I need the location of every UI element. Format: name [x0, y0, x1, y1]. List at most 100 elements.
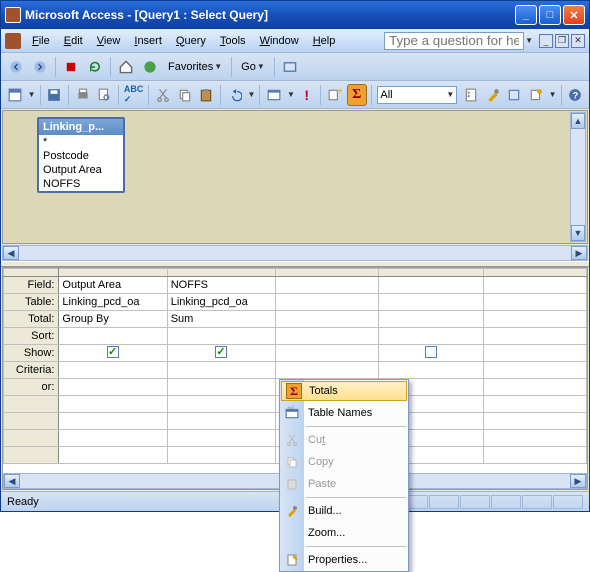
diagram-vscroll[interactable]: ▲ ▼: [570, 112, 586, 242]
grid-cell[interactable]: [167, 379, 275, 396]
diagram-pane[interactable]: Linking_p... * Postcode Output Area NOFF…: [2, 110, 588, 244]
grid-cell[interactable]: [483, 294, 586, 311]
mdi-close-button[interactable]: ✕: [571, 34, 585, 48]
grid-cell[interactable]: [379, 294, 483, 311]
grid-cell[interactable]: [276, 277, 379, 294]
grid-cell-show[interactable]: [276, 345, 379, 362]
table-linking-pcd-oa[interactable]: Linking_p... * Postcode Output Area NOFF…: [37, 117, 125, 193]
menu-tools[interactable]: Tools: [213, 33, 253, 49]
scroll-down-icon[interactable]: ▼: [571, 225, 585, 241]
menu-view[interactable]: View: [90, 33, 128, 49]
grid-cell[interactable]: NOFFS: [167, 277, 275, 294]
nav-back-button[interactable]: [5, 56, 27, 78]
help-search-input[interactable]: [384, 32, 524, 50]
scroll-up-icon[interactable]: ▲: [571, 113, 585, 129]
menu-insert[interactable]: Insert: [127, 33, 169, 49]
grid-cell[interactable]: Output Area: [59, 277, 167, 294]
cm-table-names[interactable]: xyz Table Names: [280, 402, 408, 424]
grid-cell[interactable]: Linking_pcd_oa: [167, 294, 275, 311]
grid-cell[interactable]: [167, 328, 275, 345]
show-only-web-button[interactable]: [279, 56, 301, 78]
querytype-button[interactable]: [264, 84, 284, 106]
undo-dropdown-icon[interactable]: ▼: [248, 90, 256, 99]
cm-zoom[interactable]: Zoom...: [280, 522, 408, 544]
grid-cell[interactable]: [59, 379, 167, 396]
checkbox-icon[interactable]: [425, 346, 437, 358]
scroll-right-icon[interactable]: ▶: [570, 474, 586, 488]
menu-edit[interactable]: Edit: [57, 33, 90, 49]
grid-cell[interactable]: [379, 328, 483, 345]
top-values-combo[interactable]: All▼: [377, 86, 457, 104]
table-field[interactable]: Output Area: [39, 163, 123, 177]
grid-cell[interactable]: [483, 362, 586, 379]
scroll-right-icon[interactable]: ▶: [571, 246, 587, 260]
grid-cell[interactable]: [59, 328, 167, 345]
print-button[interactable]: [73, 84, 93, 106]
show-table-button[interactable]: +: [325, 84, 345, 106]
refresh-button[interactable]: [84, 56, 106, 78]
mdi-minimize-button[interactable]: _: [539, 34, 553, 48]
table-field[interactable]: *: [39, 135, 123, 149]
home-button[interactable]: [115, 56, 137, 78]
table-field[interactable]: Postcode: [39, 149, 123, 163]
close-button[interactable]: ✕: [563, 5, 585, 25]
favorites-button[interactable]: Favorites▼: [163, 56, 227, 78]
new-object-dropdown-icon[interactable]: ▼: [549, 90, 557, 99]
copy-button[interactable]: [175, 84, 195, 106]
checkbox-icon[interactable]: [215, 346, 227, 358]
view-dropdown-icon[interactable]: ▼: [28, 90, 36, 99]
scroll-left-icon[interactable]: ◀: [3, 246, 19, 260]
querytype-dropdown-icon[interactable]: ▼: [287, 90, 295, 99]
grid-cell[interactable]: Group By: [59, 311, 167, 328]
menu-window[interactable]: Window: [253, 33, 306, 49]
grid-cell[interactable]: [276, 311, 379, 328]
grid-cell[interactable]: Linking_pcd_oa: [59, 294, 167, 311]
properties-button[interactable]: [461, 84, 481, 106]
cm-build[interactable]: Build...: [280, 500, 408, 522]
save-button[interactable]: [44, 84, 64, 106]
help-dropdown-icon[interactable]: ▼: [525, 36, 533, 45]
cm-totals[interactable]: Σ Totals: [281, 381, 407, 401]
spelling-button[interactable]: ABC✓: [123, 84, 145, 106]
grid-cell[interactable]: [379, 277, 483, 294]
minimize-button[interactable]: _: [515, 5, 537, 25]
grid-cell-show[interactable]: [59, 345, 167, 362]
run-button[interactable]: !: [297, 84, 317, 106]
grid-cell[interactable]: [483, 328, 586, 345]
diagram-hscroll[interactable]: ◀ ▶: [2, 245, 588, 261]
menu-help[interactable]: Help: [306, 33, 343, 49]
grid-cell[interactable]: [379, 311, 483, 328]
grid-cell-show[interactable]: [167, 345, 275, 362]
go-button[interactable]: Go▼: [236, 56, 270, 78]
menu-file[interactable]: File: [25, 33, 57, 49]
table-field[interactable]: NOFFS: [39, 177, 123, 191]
grid-cell[interactable]: Sum: [167, 311, 275, 328]
scroll-left-icon[interactable]: ◀: [4, 474, 20, 488]
grid-cell[interactable]: [379, 362, 483, 379]
grid-cell[interactable]: [276, 362, 379, 379]
help-button[interactable]: ?: [565, 84, 585, 106]
grid-cell[interactable]: [483, 311, 586, 328]
checkbox-icon[interactable]: [107, 346, 119, 358]
nav-forward-button[interactable]: [29, 56, 51, 78]
grid-cell[interactable]: [167, 362, 275, 379]
grid-cell[interactable]: [276, 328, 379, 345]
menu-query[interactable]: Query: [169, 33, 213, 49]
cm-properties[interactable]: Properties...: [280, 549, 408, 571]
build-button[interactable]: [483, 84, 503, 106]
undo-button[interactable]: [225, 84, 245, 106]
stop-button[interactable]: [60, 56, 82, 78]
mdi-restore-button[interactable]: ❐: [555, 34, 569, 48]
view-button[interactable]: [5, 84, 25, 106]
grid-cell[interactable]: [483, 277, 586, 294]
new-object-button[interactable]: [526, 84, 546, 106]
paste-button[interactable]: [196, 84, 216, 106]
grid-cell-show[interactable]: [483, 345, 586, 362]
grid-cell[interactable]: [276, 294, 379, 311]
cut-button[interactable]: [153, 84, 173, 106]
search-web-button[interactable]: [139, 56, 161, 78]
maximize-button[interactable]: □: [539, 5, 561, 25]
grid-cell[interactable]: [483, 379, 586, 396]
print-preview-button[interactable]: [94, 84, 114, 106]
totals-button[interactable]: Σ: [347, 84, 367, 106]
